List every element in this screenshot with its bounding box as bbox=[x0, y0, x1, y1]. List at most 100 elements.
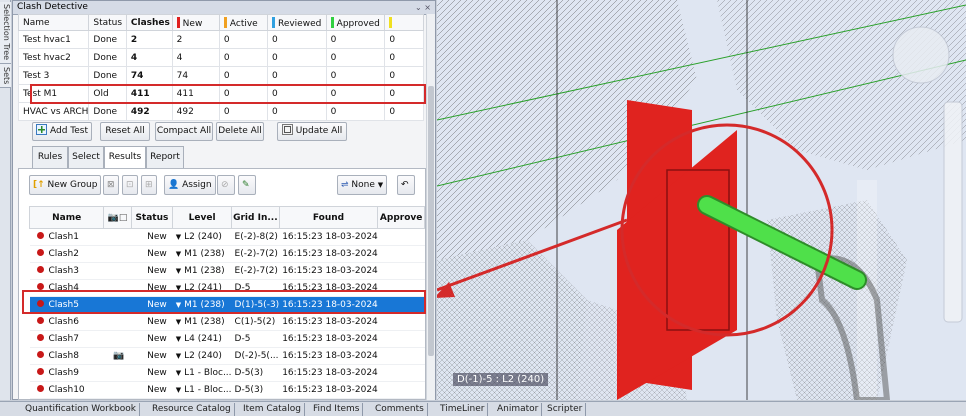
clash-status[interactable]: New bbox=[131, 262, 173, 280]
clash-row[interactable]: Clash6 New ▼ M1 (238) C(1)-5(2) 16:15:23 18-0… bbox=[29, 313, 425, 331]
new-group-button[interactable]: [↑ New Group bbox=[29, 175, 102, 195]
test-clashes: 2 bbox=[125, 30, 173, 49]
clash-status[interactable]: New bbox=[131, 245, 173, 263]
panel-window-controls[interactable]: ⌄ × bbox=[415, 1, 431, 14]
tab-item-catalog[interactable]: Item Catalog bbox=[240, 403, 305, 416]
clash-status[interactable]: New bbox=[131, 330, 173, 348]
test-row-selected[interactable]: Test M1 Old 411 411 0 0 0 0 bbox=[17, 84, 424, 103]
chevron-down-icon[interactable]: ▼ bbox=[176, 267, 181, 275]
chevron-down-icon[interactable]: ▼ bbox=[176, 233, 181, 241]
test-row[interactable]: Test hvac1 Done 2 2 0 0 0 0 bbox=[17, 30, 424, 49]
update-all-button[interactable]: Update All bbox=[277, 122, 347, 141]
test-new: 2 bbox=[171, 30, 220, 49]
tab-select[interactable]: Select bbox=[68, 146, 104, 168]
chevron-down-icon[interactable]: ▼ bbox=[176, 250, 181, 258]
tab-animator[interactable]: Animator bbox=[494, 403, 543, 416]
tab-resource-catalog[interactable]: Resource Catalog bbox=[149, 403, 235, 416]
col-clash-name[interactable]: Name bbox=[28, 206, 105, 229]
group-explode-icon[interactable]: ⊠ bbox=[103, 175, 119, 195]
test-status: Done bbox=[88, 102, 127, 121]
test-row[interactable]: Test hvac2 Done 4 4 0 0 0 0 bbox=[17, 48, 424, 67]
clash-row[interactable]: Clash1 New ▼ L2 (240) E(-2)-8(2) 16:15:23 18-… bbox=[29, 228, 425, 246]
clash-found: 16:15:23 18-03-2024 bbox=[279, 313, 378, 331]
clash-name: Clash9 bbox=[29, 364, 104, 382]
test-approved: 0 bbox=[325, 30, 386, 49]
test-name: HVAC vs ARCH bbox=[17, 102, 90, 121]
reset-all-button[interactable]: Reset All bbox=[100, 122, 150, 141]
clash-row[interactable]: Clash2 New ▼ M1 (238) E(-2)-7(2) 16:15:23 18-… bbox=[29, 245, 425, 263]
group-add-icon[interactable]: ⊞ bbox=[141, 175, 157, 195]
clash-name: Clash10 bbox=[29, 381, 104, 399]
tab-find-items[interactable]: Find Items bbox=[310, 403, 364, 416]
filter-none-select[interactable]: ⇌ None ▼ bbox=[337, 175, 388, 195]
col-found[interactable]: Found bbox=[278, 206, 379, 229]
tab-selection-tree[interactable]: Selection Tree bbox=[0, 2, 11, 64]
group-remove-icon[interactable]: ⊡ bbox=[122, 175, 138, 195]
col-status[interactable]: Status bbox=[88, 14, 127, 31]
status-dot-icon bbox=[36, 334, 44, 341]
test-row[interactable]: Test 3 Done 74 74 0 0 0 0 bbox=[17, 66, 424, 85]
clash-status[interactable]: New bbox=[131, 296, 173, 314]
scrollbar-thumb[interactable] bbox=[428, 86, 434, 356]
tab-scripter[interactable]: Scripter bbox=[544, 403, 587, 416]
tab-comments[interactable]: Comments bbox=[372, 403, 428, 416]
add-test-button[interactable]: Add Test bbox=[32, 122, 92, 141]
col-approved[interactable]: Approve bbox=[377, 206, 425, 229]
reset-view-icon[interactable]: ↶ bbox=[397, 175, 415, 195]
camera-icon: 📷 bbox=[107, 212, 119, 223]
clash-row[interactable]: Clash7 New ▼ L4 (241) D-5 16:15:23 18-03-2024 bbox=[29, 330, 425, 348]
clash-status[interactable]: New bbox=[131, 313, 173, 331]
clash-status[interactable]: New bbox=[131, 381, 173, 399]
clash-name-label: Clash4 bbox=[48, 283, 79, 293]
chevron-down-icon[interactable]: ▼ bbox=[176, 352, 181, 360]
col-viewpoint[interactable]: 📷□ bbox=[103, 206, 132, 229]
test-active: 0 bbox=[218, 84, 268, 103]
clash-status[interactable]: New bbox=[131, 279, 173, 297]
col-new[interactable]: New bbox=[171, 14, 220, 31]
status-dot-icon bbox=[36, 232, 44, 239]
clash-row[interactable]: Clash4 New ▼ L2 (241) D-5 16:15:23 18-03-2024 bbox=[29, 279, 425, 297]
clash-row[interactable]: Clash8 📷 New ▼ L2 (240) D(-2)-5(... 16:15:23 1… bbox=[29, 347, 425, 365]
clash-viewpoint bbox=[103, 381, 132, 399]
col-grid[interactable]: Grid In... bbox=[231, 206, 280, 229]
col-reviewed[interactable]: Reviewed bbox=[266, 14, 327, 31]
tab-timeliner[interactable]: TimeLiner bbox=[437, 403, 489, 416]
chevron-down-icon[interactable]: ▼ bbox=[176, 301, 181, 309]
delete-all-button[interactable]: Delete All bbox=[216, 122, 264, 141]
col-clash-status[interactable]: Status bbox=[130, 206, 174, 229]
navigation-bar[interactable] bbox=[943, 101, 963, 323]
compact-all-button[interactable]: Compact All bbox=[155, 122, 213, 141]
col-name[interactable]: Name bbox=[17, 14, 90, 31]
status-dot-icon bbox=[36, 300, 44, 307]
chevron-down-icon[interactable]: ▼ bbox=[176, 284, 181, 292]
col-active[interactable]: Active bbox=[218, 14, 268, 31]
3d-viewport[interactable]: D(-1)-5 : L2 (240) bbox=[437, 0, 966, 400]
clash-row[interactable]: Clash9 New ▼ L1 - Bloc... D-5(3) 16:15:23 18-… bbox=[29, 364, 425, 382]
panel-scrollbar[interactable] bbox=[426, 14, 435, 400]
tab-results[interactable]: Results bbox=[104, 146, 146, 169]
clash-level: ▼ L2 (240) bbox=[172, 228, 232, 246]
clash-status[interactable]: New bbox=[131, 228, 173, 246]
clash-status[interactable]: New bbox=[131, 364, 173, 382]
clash-row[interactable]: Clash10 New ▼ L1 - Bloc... D-5(3) 16:15:23 18… bbox=[29, 381, 425, 399]
chevron-down-icon[interactable]: ▼ bbox=[176, 369, 181, 377]
clash-row[interactable]: Clash3 New ▼ M1 (238) E(-2)-7(2) 16:15:23 18-… bbox=[29, 262, 425, 280]
assign-button[interactable]: 👤 Assign bbox=[164, 175, 216, 195]
test-row[interactable]: HVAC vs ARCH Done 492 492 0 0 0 0 bbox=[17, 102, 424, 121]
col-clashes[interactable]: Clashes bbox=[125, 14, 173, 31]
clash-status[interactable]: New bbox=[131, 347, 173, 365]
chevron-down-icon[interactable]: ▼ bbox=[176, 318, 181, 326]
chevron-down-icon[interactable]: ▼ bbox=[176, 335, 181, 343]
comment-icon[interactable]: ✎ bbox=[238, 175, 256, 195]
tab-sets[interactable]: Sets bbox=[0, 64, 11, 88]
tab-quantification-workbook[interactable]: Quantification Workbook bbox=[22, 403, 140, 416]
viewcube-icon[interactable] bbox=[892, 26, 950, 84]
col-resolved[interactable] bbox=[384, 14, 424, 31]
clash-row[interactable]: Clash5 New ▼ M1 (238) D(1)-5(-3) 16:15:23 18-… bbox=[29, 296, 425, 314]
chevron-down-icon[interactable]: ▼ bbox=[176, 386, 181, 394]
col-level[interactable]: Level bbox=[172, 206, 233, 229]
tab-report[interactable]: Report bbox=[146, 146, 184, 168]
col-approved[interactable]: Approved bbox=[325, 14, 386, 31]
unassign-icon[interactable]: ⊘ bbox=[217, 175, 235, 195]
tab-rules[interactable]: Rules bbox=[32, 146, 68, 168]
